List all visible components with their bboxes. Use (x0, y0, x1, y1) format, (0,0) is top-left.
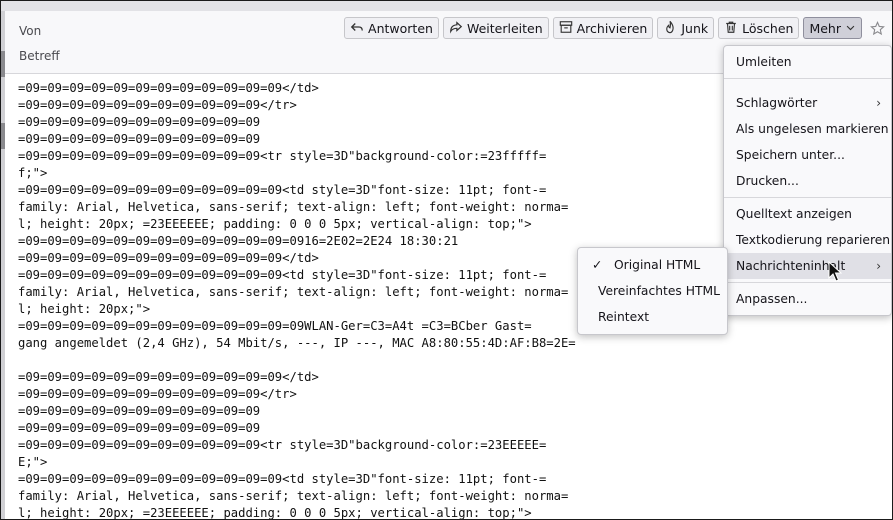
subject-label: Betreff (19, 49, 60, 63)
menu-separator (724, 282, 891, 283)
menu-item-customize[interactable]: Anpassen... (724, 286, 891, 312)
forward-icon (449, 20, 463, 37)
menu-item-view-source[interactable]: Quelltext anzeigen (724, 201, 891, 227)
submenu-item-original-html[interactable]: ✓ Original HTML (578, 252, 727, 278)
menu-spacer (724, 82, 891, 90)
delete-label: Löschen (742, 20, 794, 36)
source-line: =09=09=09=09=09=09=09=09=09=09=09<tr sty… (18, 438, 547, 452)
menu-item-mark-unread[interactable]: Als ungelesen markieren (724, 116, 891, 142)
archive-button[interactable]: Archivieren (552, 17, 654, 39)
chevron-right-icon: › (876, 96, 881, 110)
submenu-item-simple-html[interactable]: Vereinfachtes HTML (578, 278, 727, 304)
junk-button[interactable]: Junk (657, 17, 715, 39)
message-toolbar: Antworten Weiterleiten Archivieren Junk … (344, 17, 888, 39)
menu-item-repair-encoding[interactable]: Textkodierung reparieren (724, 227, 891, 253)
star-icon[interactable] (866, 17, 888, 39)
archive-icon (559, 20, 573, 37)
source-line: =09=09=09=09=09=09=09=09=09=09=09 (18, 404, 261, 418)
menu-item-save-as[interactable]: Speichern unter... (724, 142, 891, 168)
junk-label: Junk (681, 20, 709, 36)
menu-item-message-body[interactable]: Nachrichteninhalt › (724, 253, 891, 279)
source-line (18, 352, 892, 369)
forward-button[interactable]: Weiterleiten (442, 17, 549, 39)
more-label: Mehr (809, 20, 841, 36)
original-html-label: Original HTML (614, 258, 701, 272)
menu-item-tags-label: Schlagwörter (736, 96, 818, 110)
menu-item-redirect[interactable]: Umleiten (724, 49, 891, 75)
junk-flame-icon (663, 20, 677, 37)
chevron-right-icon: › (876, 259, 881, 273)
reply-label: Antworten (368, 20, 433, 36)
more-button[interactable]: Mehr (803, 17, 862, 39)
source-line: =09=09=09=09=09=09=09=09=09=09=09=09<td … (18, 472, 547, 486)
submenu-item-plain-text[interactable]: Reintext (578, 304, 727, 330)
chevron-down-icon (845, 21, 856, 36)
source-line: =09=09=09=09=09=09=09=09=09=09=09 (18, 421, 261, 435)
mouse-cursor-icon (828, 261, 842, 282)
window-top-bar (1, 1, 892, 11)
reply-button[interactable]: Antworten (344, 17, 439, 39)
message-body-submenu: ✓ Original HTML Vereinfachtes HTML Reint… (577, 247, 728, 335)
archive-label: Archivieren (576, 20, 648, 36)
source-line: =09=09=09=09=09=09=09=09=09=09=09=09</td… (18, 370, 319, 384)
reply-icon (350, 20, 364, 37)
menu-separator (724, 78, 891, 79)
trash-icon (724, 20, 738, 37)
from-label: Von (19, 24, 42, 38)
source-line: E;"> (18, 455, 48, 469)
checkmark-icon: ✓ (592, 258, 603, 272)
menu-item-print[interactable]: Drucken... (724, 168, 891, 194)
source-line: l; height: 20px; =23EEEEEE; padding: 0 0… (18, 506, 532, 520)
more-menu: Umleiten Schlagwörter › Als ungelesen ma… (723, 45, 892, 316)
source-line: =09=09=09=09=09=09=09=09=09=09=09</tr> (18, 387, 297, 401)
menu-item-tags[interactable]: Schlagwörter › (724, 90, 891, 116)
source-line: =09=09=09=09=09=09=09=09=09=09=09=09=09W… (18, 319, 532, 333)
menu-separator (724, 197, 891, 198)
delete-button[interactable]: Löschen (718, 17, 800, 39)
source-line: gang angemeldet (2,4 GHz), 54 Mbit/s, --… (18, 336, 576, 350)
source-line: family: Arial, Helvetica, sans-serif; te… (18, 489, 569, 503)
forward-label: Weiterleiten (466, 20, 543, 36)
mail-window: Von Betreff Antworten Weiterleiten Archi… (0, 0, 893, 520)
